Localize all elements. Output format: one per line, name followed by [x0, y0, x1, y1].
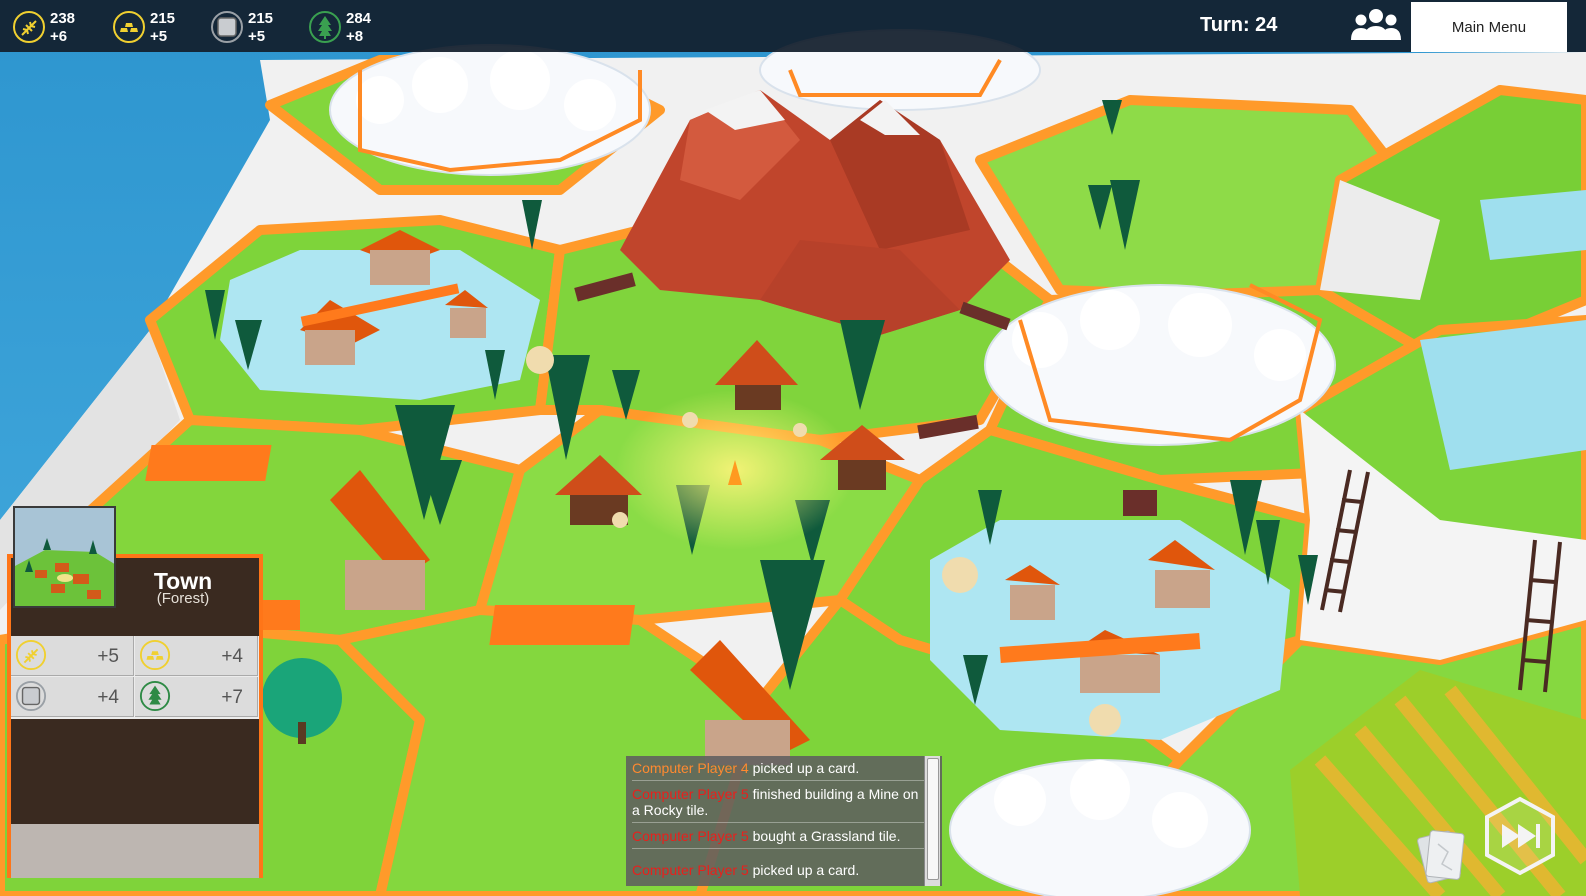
cards-icon: [1417, 830, 1465, 884]
fast-forward-icon: [1485, 796, 1555, 876]
log-player: Computer Player 4: [632, 760, 749, 776]
yield-wood-amount: +7: [221, 687, 243, 708]
turn-counter: Turn: 24: [1200, 14, 1278, 36]
stone-block-icon: [211, 11, 243, 43]
gold-bars-icon: [139, 639, 171, 671]
wood-rate: +8: [346, 28, 364, 45]
tree-icon: [139, 680, 171, 712]
yield-food: +5: [11, 636, 134, 676]
event-log[interactable]: Computer Player 4 picked up a card. Comp…: [626, 756, 942, 886]
log-entry: Computer Player 4 picked up a card.: [632, 760, 924, 781]
log-player: Computer Player 5: [632, 786, 749, 802]
wood-amount: 284: [346, 10, 372, 27]
stone-rate: +5: [248, 28, 266, 45]
stone-amount: 215: [248, 10, 274, 27]
wheat-icon: [15, 639, 47, 671]
yield-stone-amount: +4: [97, 687, 119, 708]
log-player: Computer Player 5: [632, 828, 749, 844]
players-button[interactable]: [1344, 4, 1408, 48]
gold-rate: +5: [150, 28, 168, 45]
resource-bar: 238 +6 215 +5 215 +5 284 +8 Turn: 24 Mai…: [0, 0, 1586, 52]
stone-block-icon: [15, 680, 47, 712]
wheat-icon: [13, 11, 45, 43]
log-scrollbar-thumb[interactable]: [927, 758, 939, 880]
main-menu-button[interactable]: Main Menu: [1411, 2, 1567, 52]
log-text: bought a Grassland tile.: [748, 828, 901, 844]
log-text: picked up a card.: [748, 760, 860, 776]
tree-icon: [309, 11, 341, 43]
yield-wood: +7: [135, 677, 258, 717]
tile-panel-footer: [11, 824, 259, 878]
log-entry: Computer Player 5 picked up a card.: [632, 862, 924, 882]
end-turn-button[interactable]: [1484, 796, 1556, 876]
tile-type: (Forest): [156, 590, 210, 607]
log-scrollbar[interactable]: [924, 756, 940, 886]
yield-stone: +4: [11, 677, 134, 717]
cards-button[interactable]: [1414, 824, 1470, 886]
yield-gold: +4: [135, 636, 258, 676]
food-amount: 238: [50, 10, 76, 27]
tile-yields: +5 +4 +4 +7: [11, 636, 259, 719]
yield-food-amount: +5: [97, 646, 119, 667]
food-rate: +6: [50, 28, 68, 45]
log-entry: Computer Player 5 bought a Grassland til…: [632, 828, 924, 849]
log-entry: Computer Player 5 finished building a Mi…: [632, 786, 924, 823]
gold-bars-icon: [113, 11, 145, 43]
gold-amount: 215: [150, 10, 176, 27]
log-player: Computer Player 5: [632, 862, 749, 878]
log-text: picked up a card.: [748, 862, 860, 878]
yield-gold-amount: +4: [221, 646, 243, 667]
tile-thumbnail: [13, 506, 116, 608]
players-icon: [1351, 9, 1401, 40]
